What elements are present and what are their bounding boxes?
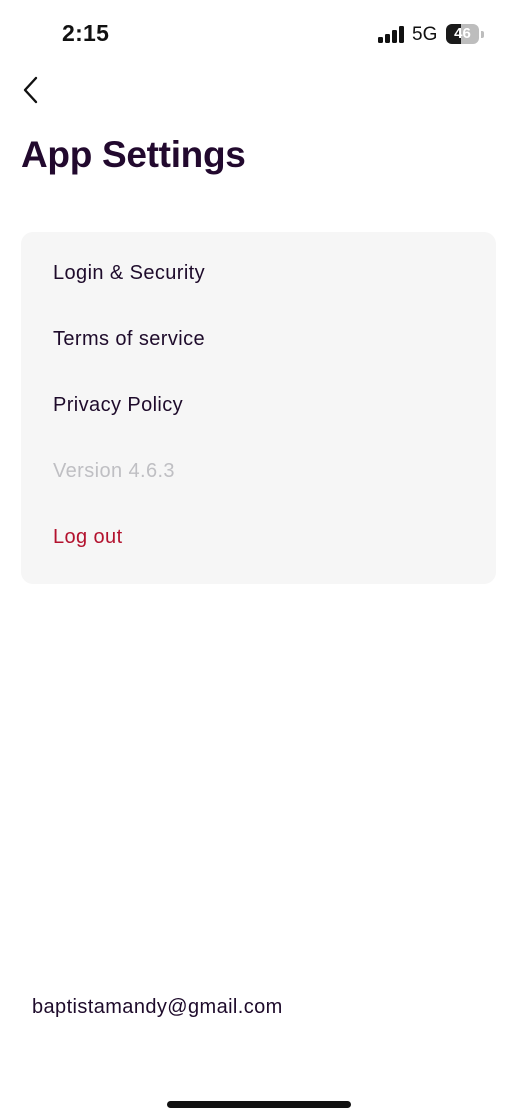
login-security-item[interactable]: Login & Security xyxy=(53,262,205,285)
network-label: 5G xyxy=(412,24,438,45)
status-bar: 2:15 5G 46 xyxy=(0,0,517,70)
page-title: App Settings xyxy=(21,134,246,175)
battery-icon: 46 xyxy=(446,24,486,44)
logout-button[interactable]: Log out xyxy=(53,526,123,549)
battery-body: 46 xyxy=(446,24,479,44)
settings-card: Login & Security Terms of service Privac… xyxy=(21,232,496,584)
back-button[interactable] xyxy=(12,72,48,112)
battery-level: 46 xyxy=(454,25,471,42)
version-label: Version 4.6.3 xyxy=(53,460,175,482)
battery-cap xyxy=(481,31,484,38)
account-email: baptistamandy@gmail.com xyxy=(32,996,283,1018)
privacy-policy-item[interactable]: Privacy Policy xyxy=(53,394,183,417)
status-time: 2:15 xyxy=(62,20,110,46)
home-indicator[interactable] xyxy=(167,1101,351,1108)
terms-of-service-item[interactable]: Terms of service xyxy=(53,328,205,351)
chevron-left-icon xyxy=(21,76,39,109)
signal-icon xyxy=(378,26,405,43)
